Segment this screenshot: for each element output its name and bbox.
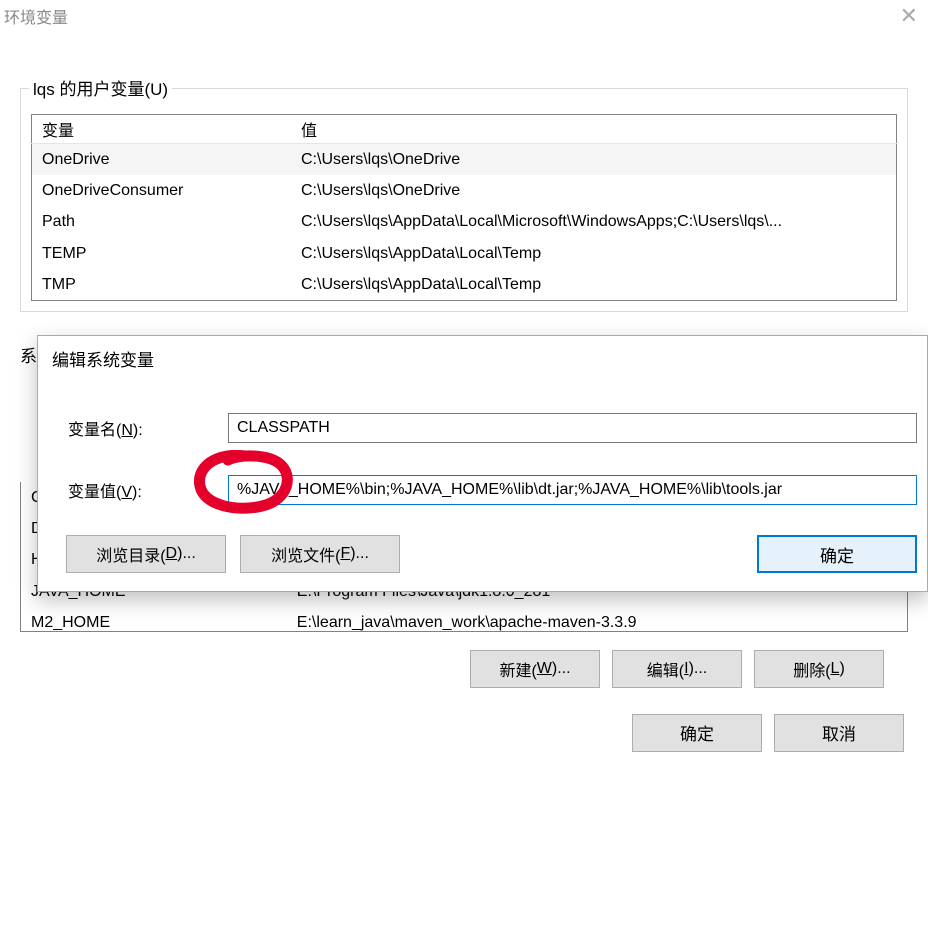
- table-row[interactable]: TEMP C:\Users\lqs\AppData\Local\Temp: [32, 238, 897, 269]
- label-text: 变量名(: [68, 422, 121, 439]
- header-variable[interactable]: 变量: [32, 115, 292, 144]
- variable-name-label: 变量名(N):: [48, 416, 228, 440]
- delete-button[interactable]: 删除(L): [754, 650, 884, 688]
- label-accel: V: [121, 484, 132, 501]
- label-text: 变量值(: [68, 484, 121, 501]
- edit-system-variable-dialog: 编辑系统变量 变量名(N): 变量值(V): 浏览目录(D)... 浏览文件(F…: [37, 335, 928, 592]
- table-row[interactable]: OneDriveConsumer C:\Users\lqs\OneDrive: [32, 175, 897, 206]
- btn-text: 编辑(: [647, 657, 684, 681]
- label-text: ):: [133, 422, 143, 439]
- table-header-row: 变量 值: [32, 115, 897, 144]
- var-value: C:\Users\lqs\AppData\Local\Temp: [291, 238, 897, 269]
- cancel-button[interactable]: 取消: [774, 714, 904, 752]
- var-name: M2_HOME: [21, 607, 287, 632]
- label-text: ):: [132, 484, 142, 501]
- btn-text: 删除(: [793, 657, 830, 681]
- variable-value-label: 变量值(V):: [48, 478, 228, 502]
- system-variables-button-row: 新建(W)... 编辑(I)... 删除(L): [20, 632, 908, 688]
- user-variables-caption: lqs 的用户变量(U): [29, 75, 172, 100]
- btn-accel: L: [831, 660, 840, 678]
- edit-button[interactable]: 编辑(I)...: [612, 650, 742, 688]
- btn-text: )...: [350, 545, 369, 563]
- var-name: OneDrive: [32, 144, 292, 176]
- variable-value-input[interactable]: [228, 475, 917, 505]
- browse-directory-button[interactable]: 浏览目录(D)...: [66, 535, 226, 573]
- var-value: C:\Users\lqs\AppData\Local\Microsoft\Win…: [291, 206, 897, 237]
- btn-text: )...: [689, 660, 708, 678]
- ok-button[interactable]: 确定: [632, 714, 762, 752]
- user-variables-group: lqs 的用户变量(U) 变量 值 OneDrive C:\Users\lqs\…: [20, 88, 908, 312]
- var-value: C:\Users\lqs\OneDrive: [291, 144, 897, 176]
- var-value: C:\Users\lqs\OneDrive: [291, 175, 897, 206]
- edit-ok-button[interactable]: 确定: [757, 535, 917, 573]
- variable-name-input[interactable]: [228, 413, 917, 443]
- btn-text: 浏览文件(: [271, 542, 340, 566]
- edit-dialog-button-row: 浏览目录(D)... 浏览文件(F)... 确定: [38, 535, 927, 573]
- table-row[interactable]: M2_HOME E:\learn_java\maven_work\apache-…: [21, 607, 907, 632]
- var-name: OneDriveConsumer: [32, 175, 292, 206]
- btn-text: )...: [552, 660, 571, 678]
- table-row[interactable]: Path C:\Users\lqs\AppData\Local\Microsof…: [32, 206, 897, 237]
- btn-accel: D: [166, 545, 178, 563]
- window-title-bar: 环境变量 ✕: [0, 0, 928, 38]
- btn-accel: W: [537, 660, 552, 678]
- dialog-button-row: 确定 取消: [0, 688, 928, 752]
- system-variables-caption-fragment: 系: [20, 347, 37, 366]
- btn-text: )...: [177, 545, 196, 563]
- table-row[interactable]: OneDrive C:\Users\lqs\OneDrive: [32, 144, 897, 176]
- label-accel: N: [121, 422, 133, 439]
- var-name: TEMP: [32, 238, 292, 269]
- var-value: C:\Users\lqs\AppData\Local\Temp: [291, 269, 897, 301]
- user-variables-table[interactable]: 变量 值 OneDrive C:\Users\lqs\OneDrive OneD…: [31, 114, 897, 301]
- browse-file-button[interactable]: 浏览文件(F)...: [240, 535, 400, 573]
- btn-text: 浏览目录(: [96, 542, 165, 566]
- btn-text: ): [839, 660, 844, 678]
- btn-text: 新建(: [499, 657, 536, 681]
- var-name: TMP: [32, 269, 292, 301]
- table-row[interactable]: TMP C:\Users\lqs\AppData\Local\Temp: [32, 269, 897, 301]
- window-title: 环境变量: [4, 4, 68, 28]
- new-button[interactable]: 新建(W)...: [470, 650, 600, 688]
- edit-dialog-title: 编辑系统变量: [38, 336, 927, 375]
- var-value: E:\learn_java\maven_work\apache-maven-3.…: [287, 607, 907, 632]
- close-icon[interactable]: ✕: [900, 5, 918, 27]
- btn-accel: F: [340, 545, 350, 563]
- var-name: Path: [32, 206, 292, 237]
- header-value[interactable]: 值: [291, 115, 897, 144]
